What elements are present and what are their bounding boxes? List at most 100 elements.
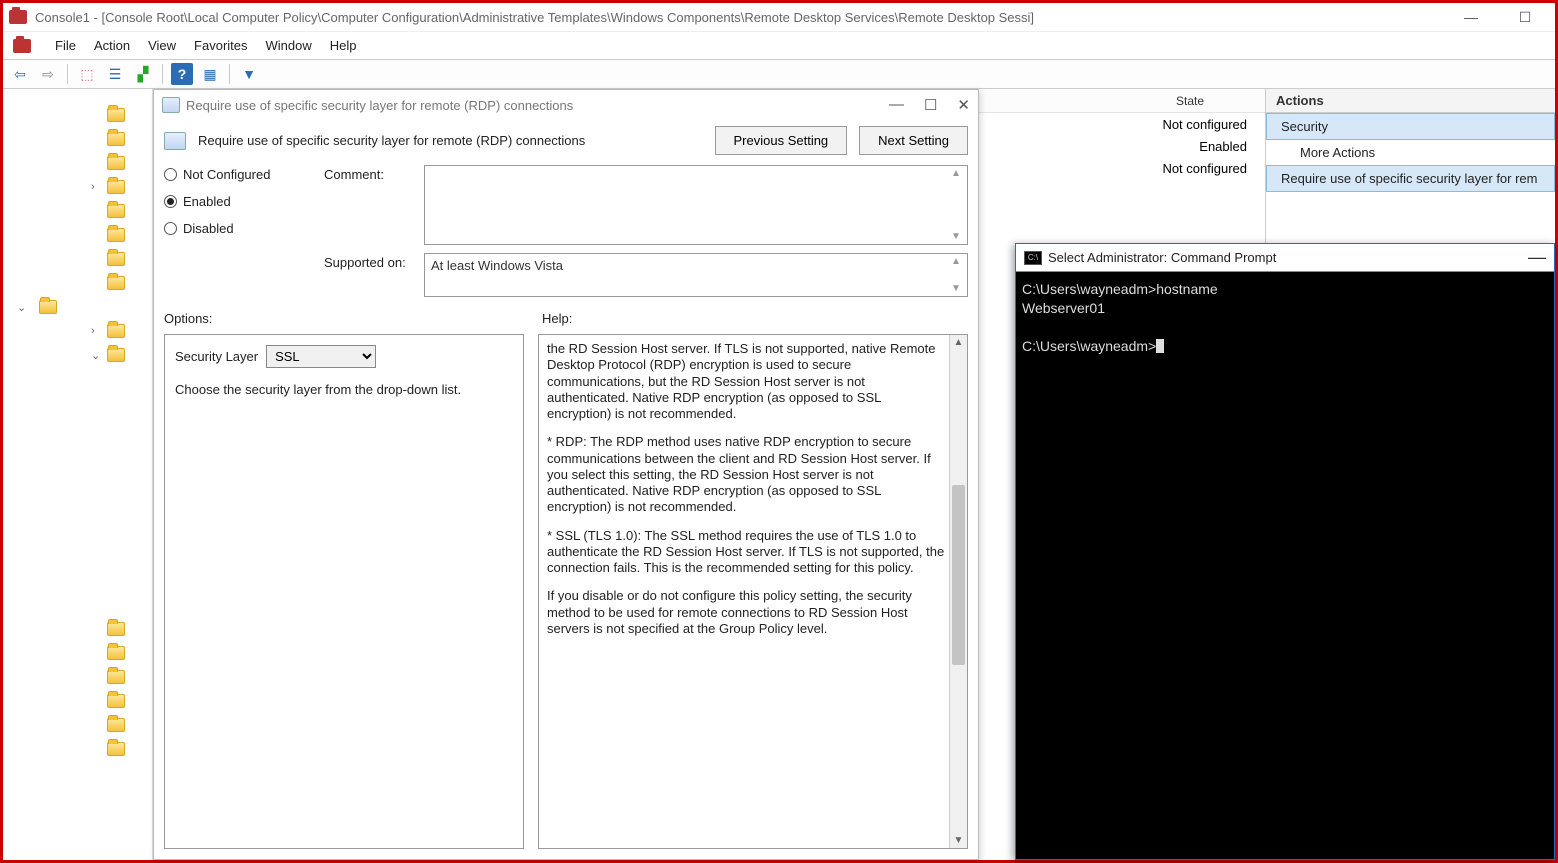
mmc-small-icon [13,39,31,53]
menu-favorites[interactable]: Favorites [194,38,247,53]
scroll-down-icon[interactable]: ▼ [951,283,965,294]
options-label: Options: [164,311,532,326]
comment-label: Comment: [324,165,410,245]
toolbar: ⇦ ⇨ ⬚ ☰ ▞ ? ▦ ▼ [3,59,1555,89]
help-button[interactable]: ? [171,63,193,85]
radio-disabled[interactable]: Disabled [164,221,304,236]
radio-enabled[interactable]: Enabled [164,194,304,209]
folder-icon[interactable] [107,622,125,636]
help-text: the RD Session Host server. If TLS is no… [547,341,945,422]
show-hide-tree-button[interactable]: ☰ [104,63,126,85]
folder-icon[interactable] [107,252,125,266]
security-layer-select[interactable]: SSL [266,345,376,368]
window-title: Console1 - [Console Root\Local Computer … [35,10,1034,25]
cmd-icon: C:\ [1024,251,1042,265]
folder-icon[interactable] [107,132,125,146]
radio-not-configured[interactable]: Not Configured [164,167,304,182]
cmd-minimize-button[interactable]: — [1528,247,1546,268]
actions-header: Actions [1266,89,1555,113]
dialog-body-upper: Not Configured Enabled Disabled Comment:… [154,165,978,305]
supported-on-field: At least Windows Vista ▲ ▼ [424,253,968,297]
export-list-button[interactable]: ▞ [132,63,154,85]
supported-on-value: At least Windows Vista [431,258,563,273]
dialog-close-button[interactable]: ✕ [957,96,970,114]
filter-button[interactable]: ▼ [238,63,260,85]
dialog-minimize-button[interactable]: — [889,96,904,114]
folder-icon[interactable] [107,646,125,660]
folder-icon[interactable] [107,718,125,732]
folder-icon[interactable] [107,156,125,170]
collapse-toggle[interactable]: ⌄ [17,301,26,314]
forward-button[interactable]: ⇨ [37,63,59,85]
scrollbar-thumb[interactable] [952,485,965,665]
radio-group: Not Configured Enabled Disabled [164,165,304,305]
dialog-maximize-button[interactable]: ☐ [924,96,937,114]
main-area: › ⌄ › ⌄ State Not configured Enabled Not… [3,89,1555,860]
toolbar-separator [67,64,68,84]
console-tree[interactable]: › ⌄ › ⌄ [3,89,153,860]
maximize-button[interactable]: ☐ [1507,9,1543,26]
console-titlebar: Console1 - [Console Root\Local Computer … [3,3,1555,31]
help-text: * RDP: The RDP method uses native RDP en… [547,434,945,515]
window-controls: — ☐ [1453,9,1549,26]
folder-icon[interactable] [107,108,125,122]
scroll-up-icon[interactable]: ▲ [951,168,965,179]
folder-icon[interactable] [107,180,125,194]
help-panel[interactable]: the RD Session Host server. If TLS is no… [538,334,968,849]
toolbar-separator [229,64,230,84]
menu-help[interactable]: Help [330,38,357,53]
options-note: Choose the security layer from the drop-… [175,382,513,397]
up-button[interactable]: ⬚ [76,63,98,85]
folder-icon[interactable] [107,324,125,338]
cmd-output[interactable]: C:\Users\wayneadm>hostname Webserver01 C… [1016,272,1554,364]
command-prompt-window[interactable]: C:\ Select Administrator: Command Prompt… [1015,243,1555,860]
dialog-titlebar[interactable]: Require use of specific security layer f… [154,90,978,120]
menu-window[interactable]: Window [266,38,312,53]
help-text: If you disable or do not configure this … [547,588,945,637]
policy-icon [162,97,180,113]
previous-setting-button[interactable]: Previous Setting [715,126,848,155]
help-label: Help: [542,311,572,326]
expand-toggle[interactable]: › [91,181,95,193]
actions-selected-setting[interactable]: Require use of specific security layer f… [1266,165,1555,192]
options-panel: Security Layer SSL Choose the security l… [164,334,524,849]
toolbar-separator [162,64,163,84]
menu-action[interactable]: Action [94,38,130,53]
folder-icon[interactable] [107,742,125,756]
expand-toggle[interactable]: › [91,325,95,337]
state-column-header[interactable]: State [1115,94,1265,108]
back-button[interactable]: ⇦ [9,63,31,85]
scroll-down-icon[interactable]: ▼ [951,231,965,242]
menu-view[interactable]: View [148,38,176,53]
scroll-up-icon[interactable]: ▲ [950,337,967,348]
next-setting-button[interactable]: Next Setting [859,126,968,155]
dialog-title: Require use of specific security layer f… [186,98,573,113]
policy-dialog: Require use of specific security layer f… [153,89,979,860]
folder-icon[interactable] [39,300,57,314]
mmc-icon [9,10,27,24]
actions-more[interactable]: More Actions [1266,140,1555,165]
comment-textarea[interactable]: ▲▼ [424,165,968,245]
scroll-down-icon[interactable]: ▼ [950,835,967,846]
folder-icon[interactable] [107,694,125,708]
dialog-header-row: Require use of specific security layer f… [154,120,978,165]
folder-icon[interactable] [107,670,125,684]
help-scrollbar[interactable]: ▲ ▼ [949,335,967,848]
folder-icon[interactable] [107,204,125,218]
actions-group-security[interactable]: Security [1266,113,1555,140]
help-text: * SSL (TLS 1.0): The SSL method requires… [547,528,945,577]
collapse-toggle[interactable]: ⌄ [91,349,100,362]
cmd-titlebar[interactable]: C:\ Select Administrator: Command Prompt… [1016,244,1554,272]
cmd-title-text: Select Administrator: Command Prompt [1048,250,1276,265]
scroll-up-icon[interactable]: ▲ [951,256,965,267]
security-layer-label: Security Layer [175,349,258,364]
folder-icon[interactable] [107,276,125,290]
folder-icon[interactable] [107,228,125,242]
cmd-cursor [1156,339,1164,353]
play-button[interactable]: ▦ [199,63,221,85]
minimize-button[interactable]: — [1453,9,1489,26]
supported-label: Supported on: [324,253,410,297]
policy-icon [164,132,186,150]
menu-file[interactable]: File [55,38,76,53]
folder-icon[interactable] [107,348,125,362]
